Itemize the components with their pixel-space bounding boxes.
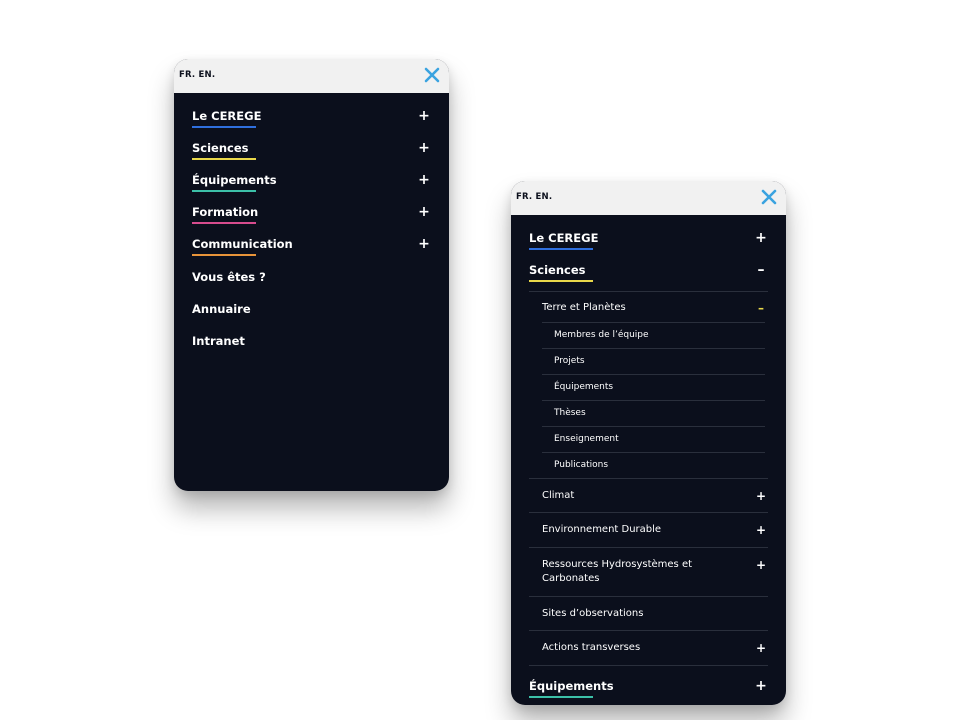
menu-item-sciences[interactable]: Sciences + bbox=[192, 139, 431, 165]
plus-icon[interactable]: + bbox=[754, 677, 768, 695]
subsubmenu-item-label: Enseignement bbox=[554, 434, 619, 444]
menu-item-formation[interactable]: Formation + bbox=[192, 203, 431, 229]
menu-item-underline bbox=[529, 248, 593, 250]
close-icon[interactable] bbox=[423, 66, 441, 84]
subsubmenu-item-label: Membres de l’équipe bbox=[554, 330, 649, 340]
menu-item-underline bbox=[192, 190, 256, 192]
subsubmenu-item-label: Thèses bbox=[554, 408, 586, 418]
menu-item-label: Équipements bbox=[192, 173, 277, 187]
menu-item-underline bbox=[529, 696, 593, 698]
menu-item-label: Formation bbox=[192, 205, 259, 219]
close-icon[interactable] bbox=[760, 188, 778, 206]
menu-item-label: Sciences bbox=[529, 263, 586, 277]
submenu-item-climat[interactable]: Climat + bbox=[529, 478, 768, 513]
submenu-item-label: Terre et Planètes bbox=[542, 302, 626, 313]
mobile-menu-panel-collapsed: FR. EN. Le CEREGE + Sciences + Équipemen… bbox=[174, 59, 449, 491]
plus-icon[interactable]: + bbox=[754, 523, 768, 537]
submenu-item-actions-transverses[interactable]: Actions transverses + bbox=[529, 630, 768, 666]
plus-icon[interactable]: + bbox=[417, 171, 431, 189]
menu-item-label: Vous êtes ? bbox=[192, 270, 266, 284]
submenu-item-sites-observations[interactable]: Sites d’observations bbox=[529, 596, 768, 631]
menu-item-label: Le CEREGE bbox=[192, 109, 262, 123]
subsubmenu-item[interactable]: Publications bbox=[542, 452, 765, 479]
minus-icon[interactable]: – bbox=[754, 261, 768, 279]
submenu-item-terre-et-planetes[interactable]: Terre et Planètes – bbox=[529, 291, 768, 323]
menu-item-label: Équipements bbox=[529, 679, 614, 693]
subsubmenu-item-label: Équipements bbox=[554, 382, 614, 392]
menu-item-equipements[interactable]: Équipements + bbox=[192, 171, 431, 197]
menu-item-underline bbox=[192, 158, 256, 160]
menu-item-label: Intranet bbox=[192, 334, 245, 348]
menu-item-underline bbox=[529, 280, 593, 282]
menu-item-vous-etes[interactable]: Vous êtes ? bbox=[192, 268, 431, 294]
menu-top-bar: FR. EN. bbox=[511, 181, 786, 215]
language-switch[interactable]: FR. EN. bbox=[516, 192, 552, 202]
plus-icon[interactable]: + bbox=[417, 107, 431, 125]
plus-icon[interactable]: + bbox=[754, 558, 768, 572]
menu-item-annuaire[interactable]: Annuaire bbox=[192, 300, 431, 326]
plus-icon[interactable]: + bbox=[754, 641, 768, 655]
subsubmenu-item-label: Publications bbox=[554, 460, 609, 470]
submenu-item-ressources-hydrosystemes[interactable]: Ressources Hydrosystèmes et Carbonates + bbox=[529, 547, 768, 597]
mobile-menu-panel-expanded: FR. EN. Le CEREGE + Sciences – Terre et … bbox=[511, 181, 786, 705]
menu-item-le-cerege[interactable]: Le CEREGE + bbox=[192, 107, 431, 133]
submenu-item-environnement-durable[interactable]: Environnement Durable + bbox=[529, 512, 768, 548]
menu-item-underline bbox=[192, 222, 256, 224]
menu-item-label: Annuaire bbox=[192, 302, 251, 316]
menu-item-sciences[interactable]: Sciences – bbox=[529, 261, 768, 287]
menu-item-label: Sciences bbox=[192, 141, 249, 155]
submenu-item-label: Actions transverses bbox=[542, 642, 641, 653]
plus-icon[interactable]: + bbox=[754, 489, 768, 503]
menu-item-intranet[interactable]: Intranet bbox=[192, 332, 431, 358]
minus-icon[interactable]: – bbox=[754, 301, 768, 315]
submenu-item-label: Environnement Durable bbox=[542, 524, 662, 535]
plus-icon[interactable]: + bbox=[754, 229, 768, 247]
menu-item-underline bbox=[192, 126, 256, 128]
subsubmenu-item[interactable]: Équipements bbox=[542, 374, 765, 401]
menu-item-le-cerege[interactable]: Le CEREGE + bbox=[529, 229, 768, 255]
plus-icon[interactable]: + bbox=[417, 139, 431, 157]
plus-icon[interactable]: + bbox=[417, 235, 431, 253]
menu-item-equipements[interactable]: Équipements + bbox=[529, 677, 768, 703]
menu-item-label: Communication bbox=[192, 237, 293, 251]
menu-top-bar: FR. EN. bbox=[174, 59, 449, 93]
subsubmenu-item[interactable]: Membres de l’équipe bbox=[542, 322, 765, 349]
menu-item-communication[interactable]: Communication + bbox=[192, 235, 431, 261]
submenu-item-label: Ressources Hydrosystèmes et Carbonates bbox=[542, 559, 693, 584]
menu-item-label: Le CEREGE bbox=[529, 231, 599, 245]
subsubmenu-item[interactable]: Projets bbox=[542, 348, 765, 375]
language-switch[interactable]: FR. EN. bbox=[179, 70, 215, 80]
menu-item-underline bbox=[192, 254, 256, 256]
submenu-item-label: Sites d’observations bbox=[542, 608, 644, 619]
subsubmenu-item-label: Projets bbox=[554, 356, 585, 366]
plus-icon[interactable]: + bbox=[417, 203, 431, 221]
subsubmenu-item[interactable]: Enseignement bbox=[542, 426, 765, 453]
subsubmenu-item[interactable]: Thèses bbox=[542, 400, 765, 427]
submenu-item-label: Climat bbox=[542, 490, 575, 501]
